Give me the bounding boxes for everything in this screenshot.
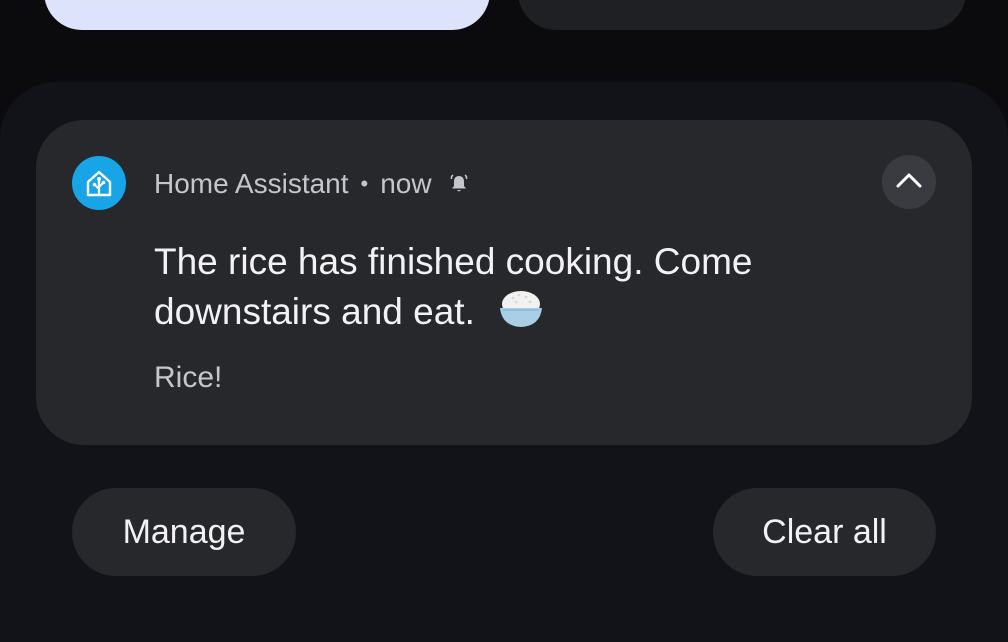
notification-title: The rice has finished cooking. Come down… — [154, 238, 914, 342]
manage-button[interactable]: Manage — [72, 488, 296, 576]
notification-title-text: The rice has finished cooking. Come down… — [154, 241, 753, 332]
home-assistant-icon — [72, 156, 126, 210]
app-name: Home Assistant — [154, 168, 349, 199]
rice-bowl-icon — [497, 286, 545, 342]
clear-all-button[interactable]: Clear all — [713, 488, 936, 576]
notification-body: Rice! — [154, 361, 223, 394]
notification-time: now — [380, 168, 432, 199]
collapse-button[interactable] — [882, 155, 936, 209]
quick-settings-tile[interactable] — [518, 0, 966, 30]
bell-ringing-icon — [448, 173, 470, 195]
notification-header: Home Assistant • now — [154, 166, 470, 202]
quick-settings-tile-active[interactable] — [44, 0, 490, 30]
header-separator: • — [360, 171, 369, 196]
chevron-up-icon — [896, 172, 922, 193]
